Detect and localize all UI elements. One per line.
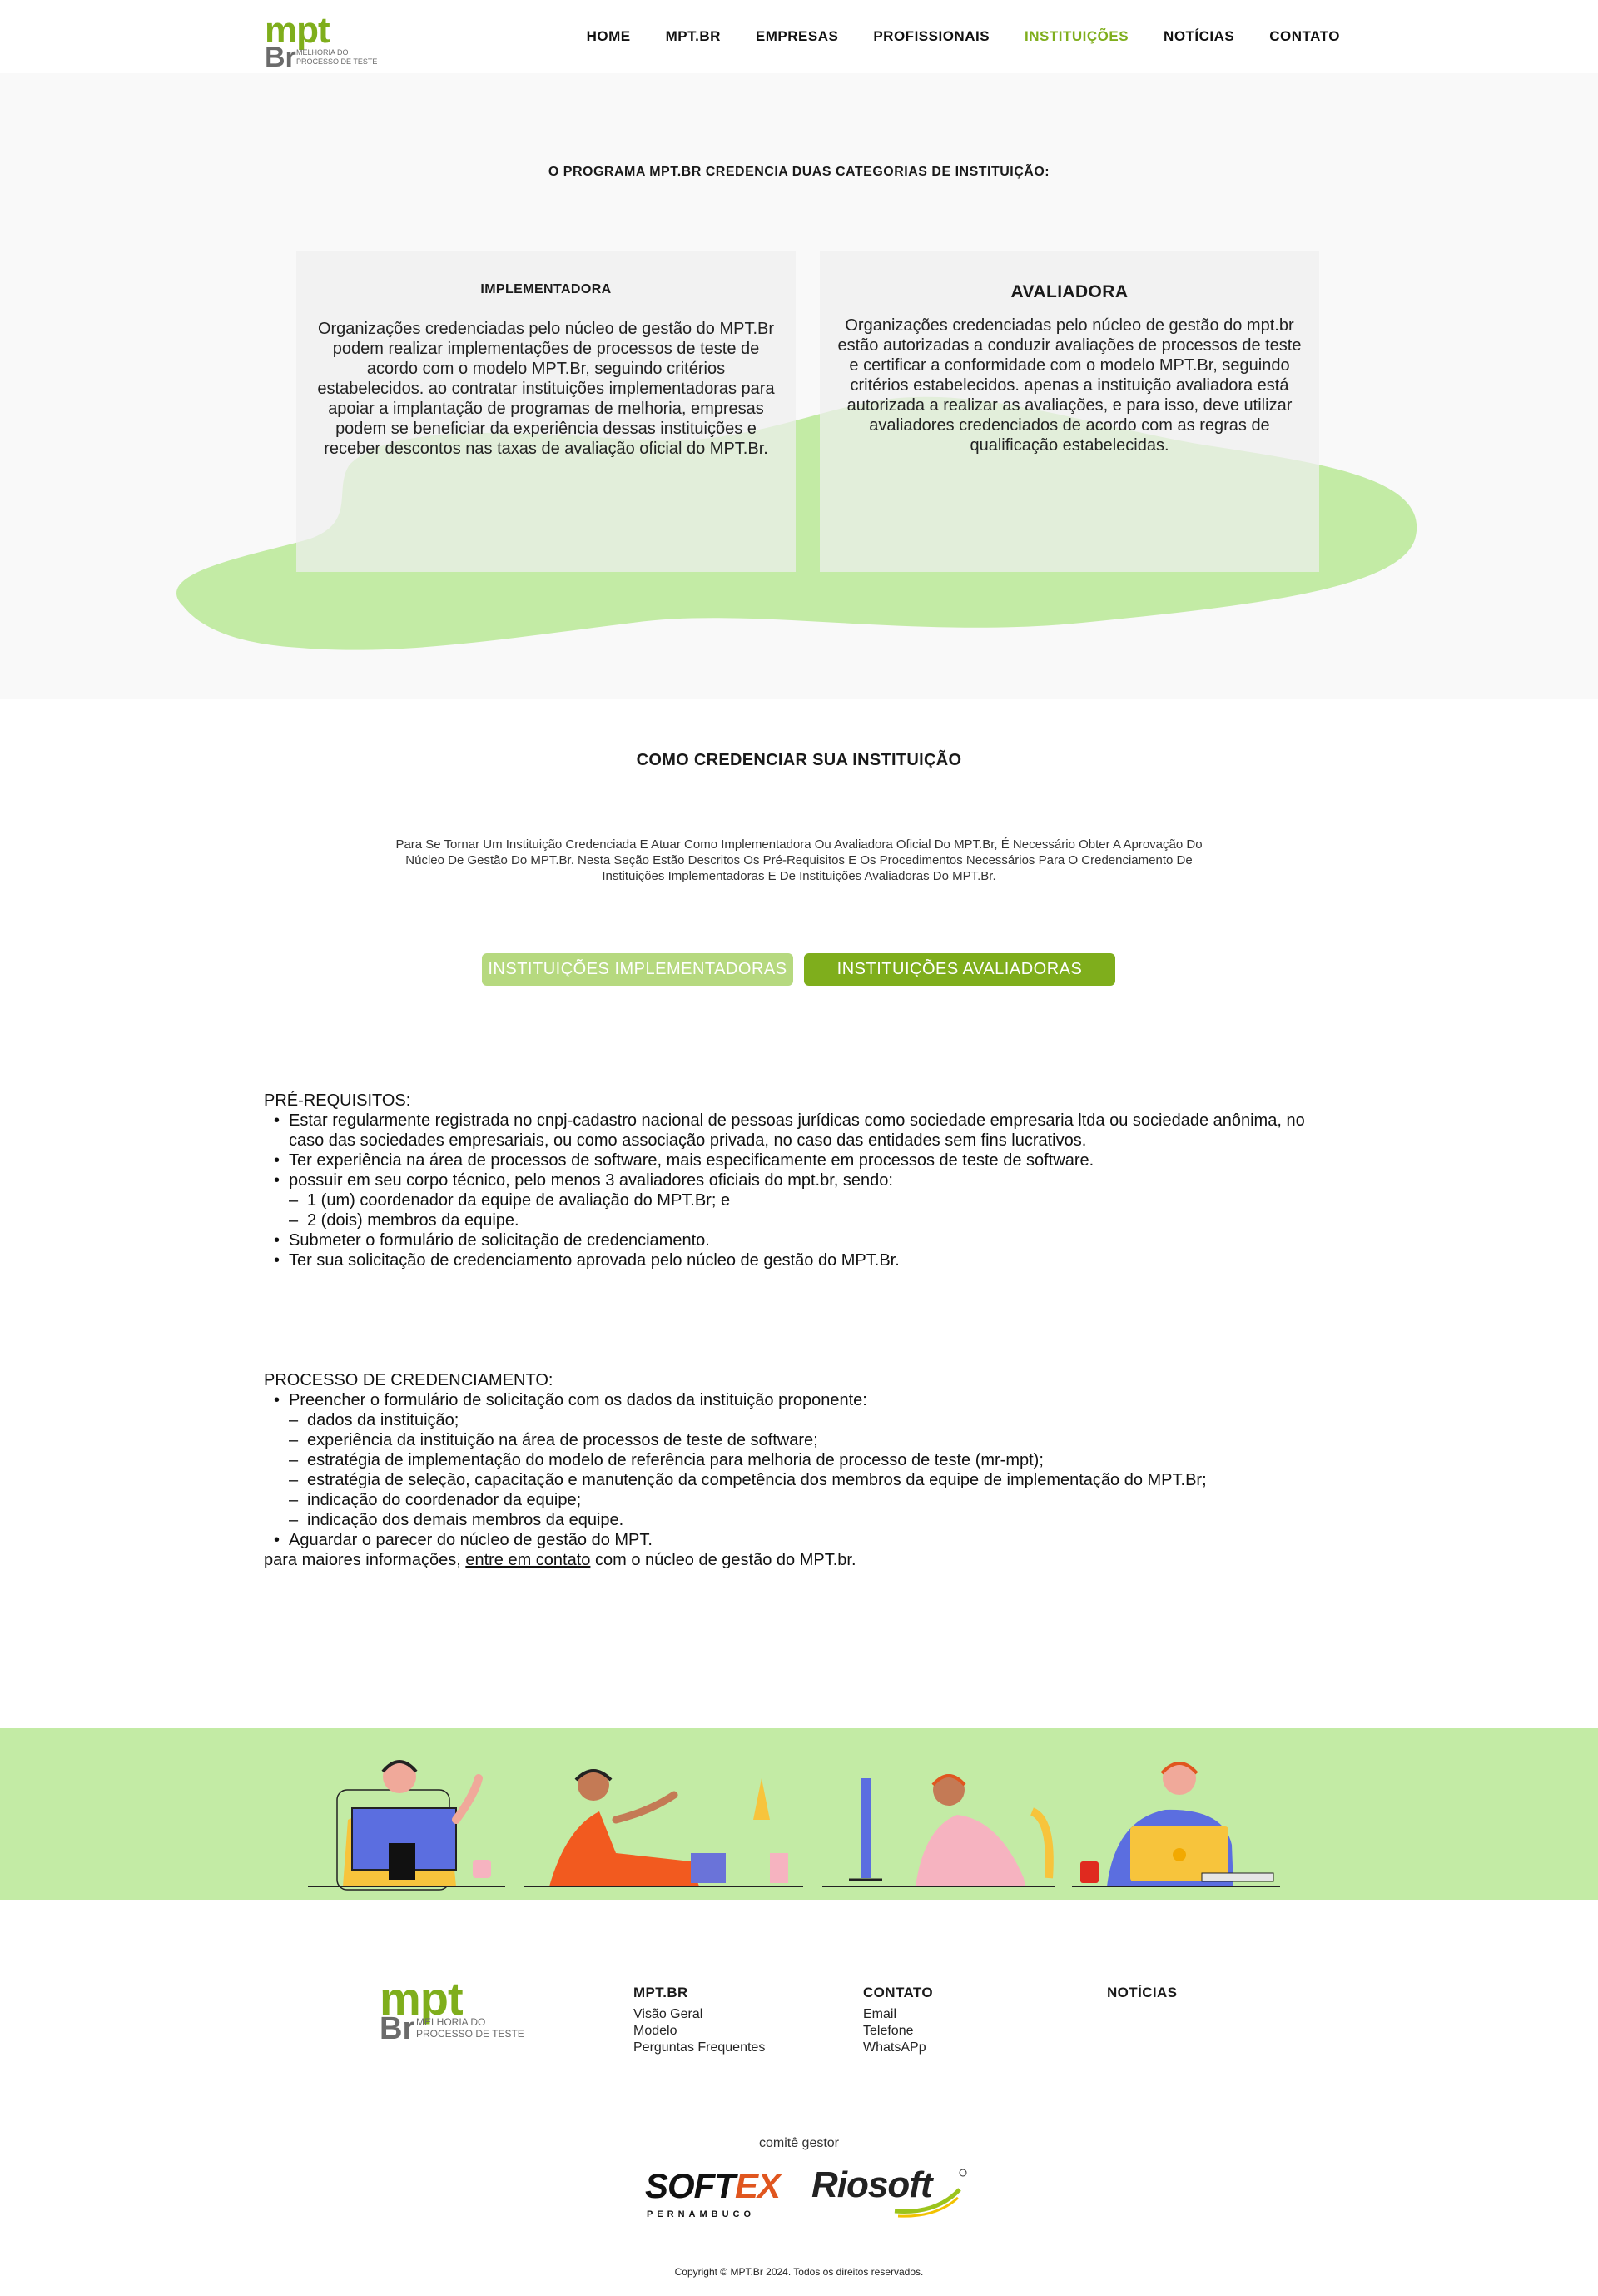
footer-column-contato: CONTATO Email Telefone WhatsAPp: [863, 1985, 933, 2056]
card-avaliadora-text: Organizações credenciadas pelo núcleo de…: [837, 316, 1302, 455]
contact-link[interactable]: entre em contato: [465, 1551, 590, 1569]
support-agent-laptop-illustration: [524, 1769, 803, 1887]
footer-logo-br: Br: [380, 2011, 415, 2046]
support-agent-monitor-illustration: [822, 1774, 1055, 1887]
list-item: Preencher o formulário de solicitação co…: [264, 1390, 1337, 1530]
sub-list-item: indicação do coordenador da equipe;: [289, 1490, 1337, 1510]
softex-wordmark: SOFTEX: [645, 2166, 781, 2206]
footer-logo-subtitle: MELHORIA DO PROCESSO DE TESTE: [416, 2016, 524, 2040]
list-item: Estar regularmente registrada no cnpj-ca…: [264, 1111, 1337, 1150]
process-list: Preencher o formulário de solicitação co…: [264, 1390, 1337, 1550]
card-implementadora: IMPLEMENTADORA Organizações credenciadas…: [296, 251, 796, 572]
nav-profissionais[interactable]: PROFISSIONAIS: [873, 28, 990, 45]
nav-noticias[interactable]: NOTÍCIAS: [1164, 28, 1234, 45]
categories-section: O PROGRAMA MPT.BR CREDENCIA DUAS CATEGOR…: [0, 73, 1598, 699]
softex-subtitle: PERNAMBUCO: [647, 2209, 756, 2219]
sub-list-item: 1 (um) coordenador da equipe de avaliaçã…: [289, 1190, 1337, 1210]
list-item-text: Preencher o formulário de solicitação co…: [289, 1391, 867, 1409]
contact-note-before: para maiores informações,: [264, 1551, 466, 1569]
nav-home[interactable]: HOME: [587, 28, 631, 45]
footer-link-telefone[interactable]: Telefone: [863, 2023, 933, 2040]
requirements-list: Estar regularmente registrada no cnpj-ca…: [264, 1111, 1337, 1270]
list-item: Ter sua solicitação de credenciamento ap…: [264, 1250, 1337, 1270]
riosoft-logo[interactable]: Riosoft: [811, 2164, 970, 2223]
list-item: Submeter o formulário de solicitação de …: [264, 1230, 1337, 1250]
copyright: Copyright © MPT.Br 2024. Todos os direit…: [674, 2266, 924, 2278]
requirements-sublist: 1 (um) coordenador da equipe de avaliaçã…: [289, 1190, 1337, 1230]
sub-list-item: estratégia de seleção, capacitação e man…: [289, 1470, 1337, 1490]
card-avaliadora: AVALIADORA Organizações credenciadas pel…: [820, 251, 1319, 572]
list-item: Ter experiência na área de processos de …: [264, 1150, 1337, 1170]
site-header: mpt Br MELHORIA DO PROCESSO DE TESTE HOM…: [0, 0, 1598, 73]
contact-note: para maiores informações, entre em conta…: [264, 1550, 1337, 1570]
list-item-text: possuir em seu corpo técnico, pelo menos…: [289, 1171, 893, 1190]
logo-br: Br: [265, 42, 296, 73]
sub-list-item: dados da instituição;: [289, 1410, 1337, 1430]
footer-column-title[interactable]: NOTÍCIAS: [1107, 1985, 1177, 2001]
requirements-block: PRÉ-REQUISITOS: Estar regularmente regis…: [264, 1091, 1337, 1270]
nav-instituicoes[interactable]: INSTITUIÇÕES: [1025, 28, 1129, 45]
committee-label: comitê gestor: [758, 2136, 840, 2150]
footer-column-title: CONTATO: [863, 1985, 934, 2000]
footer-link-modelo[interactable]: Modelo: [633, 2023, 765, 2040]
how-description: Para Se Tornar Um Instituição Credenciad…: [395, 837, 1203, 883]
card-avaliadora-title: AVALIADORA: [1010, 282, 1129, 301]
card-implementadora-text: Organizações credenciadas pelo núcleo de…: [317, 320, 775, 458]
support-agent-laptop-2-illustration: [1072, 1762, 1280, 1887]
footer-link-visao-geral[interactable]: Visão Geral: [633, 2006, 765, 2023]
process-sublist: dados da instituição; experiência da ins…: [289, 1410, 1337, 1530]
footer-column-title: MPT.BR: [633, 1985, 688, 2000]
sub-list-item: experiência da instituição na área de pr…: [289, 1430, 1337, 1450]
footer-logo[interactable]: mpt Br MELHORIA DO PROCESSO DE TESTE: [380, 1972, 546, 2056]
card-implementadora-title: IMPLEMENTADORA: [480, 282, 612, 296]
site-logo[interactable]: mpt Br MELHORIA DO PROCESSO DE TESTE: [265, 10, 381, 73]
tab-implementadoras[interactable]: INSTITUIÇÕES IMPLEMENTADORAS: [482, 953, 793, 986]
sub-list-item: 2 (dois) membros da equipe.: [289, 1210, 1337, 1230]
logo-subtitle: MELHORIA DO PROCESSO DE TESTE: [296, 48, 378, 66]
tab-avaliadoras[interactable]: INSTITUIÇÕES AVALIADORAS: [804, 953, 1115, 986]
footer-column-noticias: NOTÍCIAS: [1107, 1985, 1177, 2006]
footer-link-email[interactable]: Email: [863, 2006, 933, 2023]
softex-soft: SOFT: [645, 2166, 736, 2205]
how-title: COMO CREDENCIAR SUA INSTITUIÇÃO: [636, 751, 962, 769]
categories-title: O PROGRAMA MPT.BR CREDENCIA DUAS CATEGOR…: [548, 165, 1050, 179]
main-nav: HOME MPT.BR EMPRESAS PROFISSIONAIS INSTI…: [587, 28, 1340, 45]
support-team-illustration: [308, 1760, 1280, 1891]
footer-link-whatsapp[interactable]: WhatsAPp: [863, 2040, 933, 2056]
nav-mptbr[interactable]: MPT.BR: [666, 28, 721, 45]
footer-link-perguntas[interactable]: Perguntas Frequentes: [633, 2040, 765, 2056]
sub-list-item: indicação dos demais membros da equipe.: [289, 1510, 1337, 1530]
softex-ex: EX: [735, 2166, 781, 2205]
process-block: PROCESSO DE CREDENCIAMENTO: Preencher o …: [264, 1370, 1337, 1570]
contact-note-after: com o núcleo de gestão do MPT.br.: [590, 1551, 856, 1569]
footer-column-mptbr: MPT.BR Visão Geral Modelo Perguntas Freq…: [633, 1985, 765, 2056]
requirements-title: PRÉ-REQUISITOS:: [264, 1091, 411, 1110]
nav-empresas[interactable]: EMPRESAS: [756, 28, 838, 45]
list-item: possuir em seu corpo técnico, pelo menos…: [264, 1170, 1337, 1230]
list-item: Aguardar o parecer do núcleo de gestão d…: [264, 1530, 1337, 1550]
nav-contato[interactable]: CONTATO: [1269, 28, 1340, 45]
process-title: PROCESSO DE CREDENCIAMENTO:: [264, 1371, 553, 1389]
riosoft-swoosh-icon: [894, 2169, 967, 2218]
sub-list-item: estratégia de implementação do modelo de…: [289, 1450, 1337, 1470]
support-agent-desktop-illustration: [308, 1760, 505, 1891]
illustration-band: [0, 1728, 1598, 1900]
softex-logo[interactable]: SOFTEX PERNAMBUCO: [643, 2164, 793, 2223]
